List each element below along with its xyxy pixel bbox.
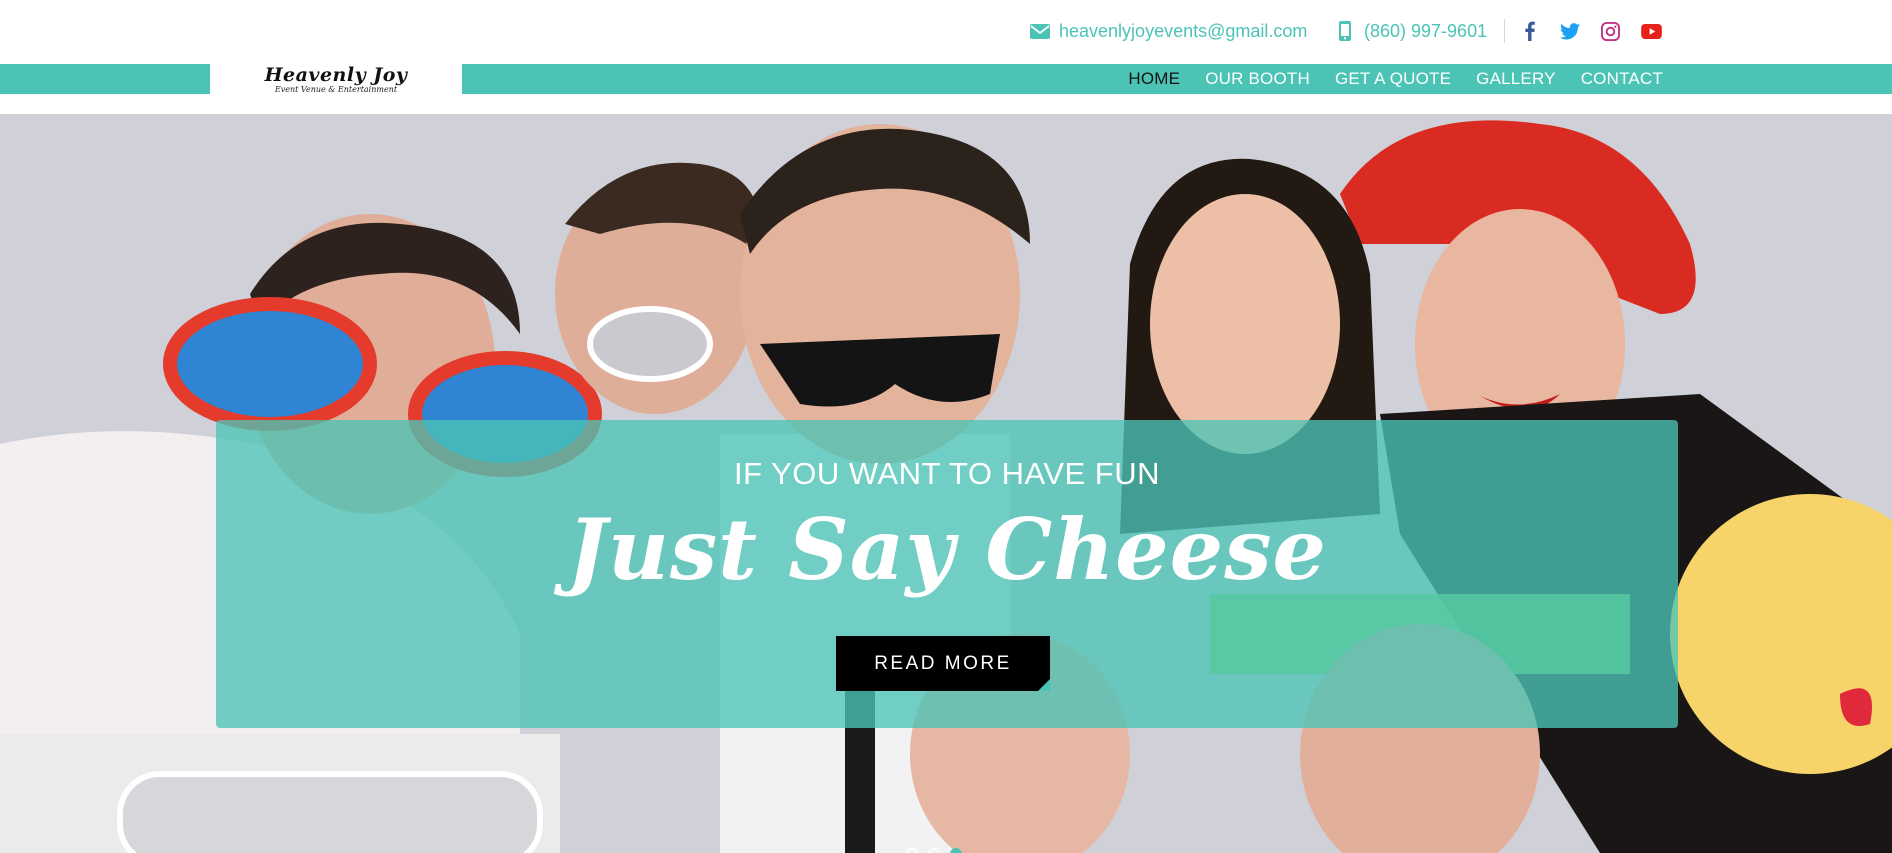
- slider-dot[interactable]: [928, 848, 940, 853]
- instagram-icon[interactable]: [1598, 19, 1622, 43]
- phone-link[interactable]: (860) 997-9601: [1334, 19, 1487, 43]
- hero-slider: IF YOU WANT TO HAVE FUN Just Say Cheese …: [0, 114, 1892, 853]
- twitter-icon[interactable]: [1558, 19, 1582, 43]
- slider-dot-active[interactable]: [950, 848, 962, 853]
- envelope-icon: [1029, 20, 1051, 42]
- nav-item-our-booth[interactable]: OUR BOOTH: [1205, 69, 1310, 89]
- nav-band-left: [0, 64, 210, 94]
- main-nav: HOME OUR BOOTH GET A QUOTE GALLERY CONTA…: [1103, 64, 1663, 94]
- phone-text: (860) 997-9601: [1364, 20, 1488, 41]
- hero-caption-panel: IF YOU WANT TO HAVE FUN Just Say Cheese …: [216, 420, 1678, 728]
- hero-title: Just Say Cheese: [567, 500, 1327, 599]
- logo-title: Heavenly Joy: [264, 63, 408, 86]
- slider-dots: [906, 848, 972, 853]
- read-more-button[interactable]: READ MORE: [836, 636, 1050, 691]
- email-link[interactable]: heavenlyjoyevents@gmail.com: [1029, 19, 1307, 43]
- top-contact-bar: heavenlyjoyevents@gmail.com (860) 997-96…: [0, 0, 1892, 62]
- logo-subtitle: Event Venue & Entertainment: [274, 84, 398, 94]
- logo[interactable]: Heavenly Joy Event Venue & Entertainment: [210, 56, 462, 102]
- read-more-label: READ MORE: [874, 652, 1012, 674]
- nav-item-contact[interactable]: CONTACT: [1581, 69, 1663, 89]
- nav-item-gallery[interactable]: GALLERY: [1476, 69, 1556, 89]
- nav-item-home[interactable]: HOME: [1128, 69, 1180, 89]
- nav-item-get-a-quote[interactable]: GET A QUOTE: [1335, 69, 1451, 89]
- facebook-icon[interactable]: [1518, 19, 1542, 43]
- slider-dot[interactable]: [906, 848, 918, 853]
- youtube-icon[interactable]: [1639, 19, 1663, 43]
- button-corner-accent: [1038, 679, 1050, 691]
- mobile-phone-icon: [1334, 20, 1356, 42]
- email-text: heavenlyjoyevents@gmail.com: [1059, 20, 1308, 41]
- contact-divider: [1504, 19, 1505, 43]
- hero-kicker: IF YOU WANT TO HAVE FUN: [733, 456, 1161, 491]
